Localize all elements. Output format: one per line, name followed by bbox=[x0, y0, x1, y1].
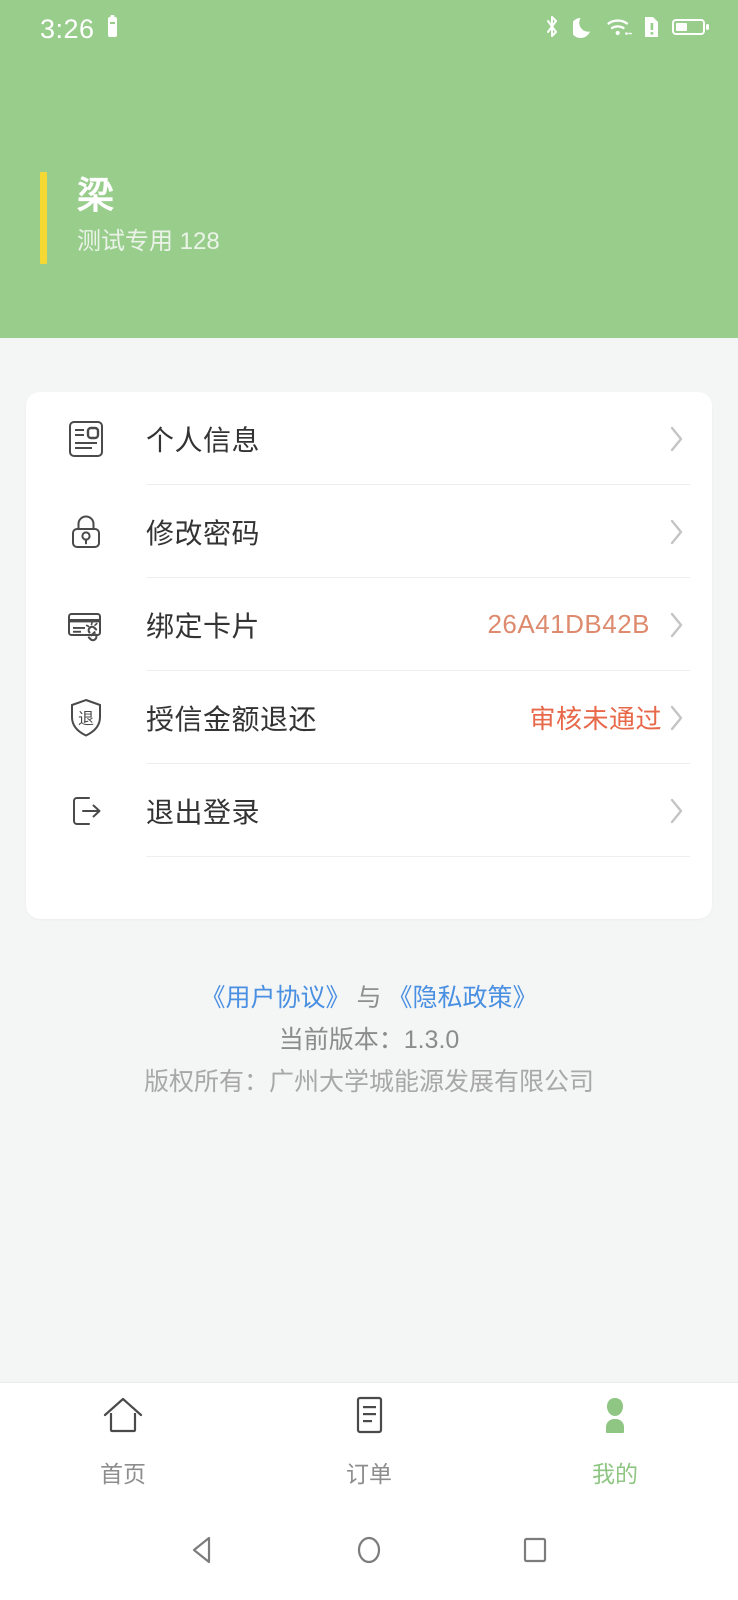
status-bar: 3:26 bbox=[0, 0, 738, 58]
menu-item-label: 绑定卡片 bbox=[146, 610, 261, 642]
menu-item-personal-info[interactable]: 个人信息 bbox=[26, 392, 712, 485]
tab-label: 我的 bbox=[592, 1461, 638, 1487]
menu-item-label: 个人信息 bbox=[146, 424, 261, 456]
menu-item-credit-refund[interactable]: 退 授信金额退还 审核未通过 bbox=[26, 671, 712, 764]
user-name: 梁 bbox=[77, 175, 115, 216]
bound-card-number: 26A41DB42B bbox=[487, 609, 650, 639]
user-agreement-link[interactable]: 《用户协议》 bbox=[200, 984, 350, 1012]
home-circle-icon[interactable] bbox=[351, 1532, 387, 1568]
bluetooth-icon bbox=[542, 14, 562, 45]
profile-header: 3:26 梁 测试专用 128 bbox=[0, 0, 738, 338]
back-triangle-icon[interactable] bbox=[185, 1532, 221, 1568]
alarm-battery-icon bbox=[105, 14, 120, 44]
status-bar-right bbox=[542, 14, 710, 45]
user-identity-block: 梁 测试专用 128 bbox=[40, 172, 220, 264]
menu-item-label: 退出登录 bbox=[146, 796, 261, 828]
svg-text:退: 退 bbox=[78, 710, 94, 728]
chevron-right-icon bbox=[664, 703, 690, 733]
menu-item-label: 修改密码 bbox=[146, 517, 261, 549]
row-divider bbox=[146, 856, 690, 857]
tab-label: 首页 bbox=[100, 1461, 146, 1487]
shield-refund-icon: 退 bbox=[56, 696, 116, 740]
do-not-disturb-moon-icon bbox=[570, 14, 595, 45]
copyright-text: 版权所有：广州大学城能源发展有限公司 bbox=[143, 1068, 594, 1096]
bottom-tab-bar: 首页 订单 我的 bbox=[0, 1382, 738, 1500]
legal-conjunction: 与 bbox=[356, 984, 382, 1012]
credit-refund-status: 审核未通过 bbox=[529, 704, 662, 734]
sim-alert-icon bbox=[643, 14, 661, 45]
content-area: 个人信息 修改密码 绑定卡片 26A41DB42B 退 授信金额退还 审核未通过… bbox=[0, 338, 738, 1382]
user-texts: 梁 测试专用 128 bbox=[77, 172, 220, 264]
status-bar-left: 3:26 bbox=[40, 14, 120, 45]
menu-item-logout[interactable]: 退出登录 bbox=[26, 764, 712, 857]
tab-home[interactable]: 首页 bbox=[0, 1394, 246, 1489]
id-card-icon bbox=[56, 418, 116, 460]
accent-bar bbox=[40, 172, 47, 264]
chevron-right-icon bbox=[664, 796, 690, 826]
wifi-icon bbox=[606, 14, 632, 45]
status-time: 3:26 bbox=[40, 13, 95, 44]
battery-icon bbox=[672, 14, 710, 45]
chevron-right-icon bbox=[664, 424, 690, 454]
home-icon bbox=[100, 1394, 146, 1443]
logout-icon bbox=[56, 790, 116, 832]
order-list-icon bbox=[349, 1394, 389, 1443]
privacy-policy-link[interactable]: 《隐私政策》 bbox=[388, 984, 538, 1012]
app-screen: 3:26 梁 测试专用 128 个人信息 修改密码 绑定卡片 26A41DB42… bbox=[0, 0, 738, 1600]
chevron-right-icon bbox=[664, 517, 690, 547]
legal-footer: 《用户协议》与《隐私政策》 当前版本：1.3.0 版权所有：广州大学城能源发展有… bbox=[0, 977, 738, 1103]
menu-item-bind-card[interactable]: 绑定卡片 26A41DB42B bbox=[26, 578, 712, 671]
tab-mine[interactable]: 我的 bbox=[492, 1394, 738, 1489]
legal-links: 《用户协议》与《隐私政策》 bbox=[0, 977, 738, 1019]
menu-item-label: 授信金额退还 bbox=[146, 703, 318, 735]
tab-label: 订单 bbox=[346, 1461, 392, 1487]
user-subtitle: 测试专用 128 bbox=[77, 228, 220, 255]
bind-card-icon bbox=[56, 604, 116, 646]
lock-icon bbox=[56, 511, 116, 553]
recents-square-icon[interactable] bbox=[517, 1532, 553, 1568]
chevron-right-icon bbox=[664, 610, 690, 640]
android-navigation-bar bbox=[0, 1500, 738, 1600]
app-version: 当前版本：1.3.0 bbox=[278, 1026, 460, 1054]
person-icon bbox=[594, 1394, 636, 1443]
tab-orders[interactable]: 订单 bbox=[246, 1394, 492, 1489]
settings-card: 个人信息 修改密码 绑定卡片 26A41DB42B 退 授信金额退还 审核未通过… bbox=[26, 392, 712, 919]
menu-item-change-password[interactable]: 修改密码 bbox=[26, 485, 712, 578]
